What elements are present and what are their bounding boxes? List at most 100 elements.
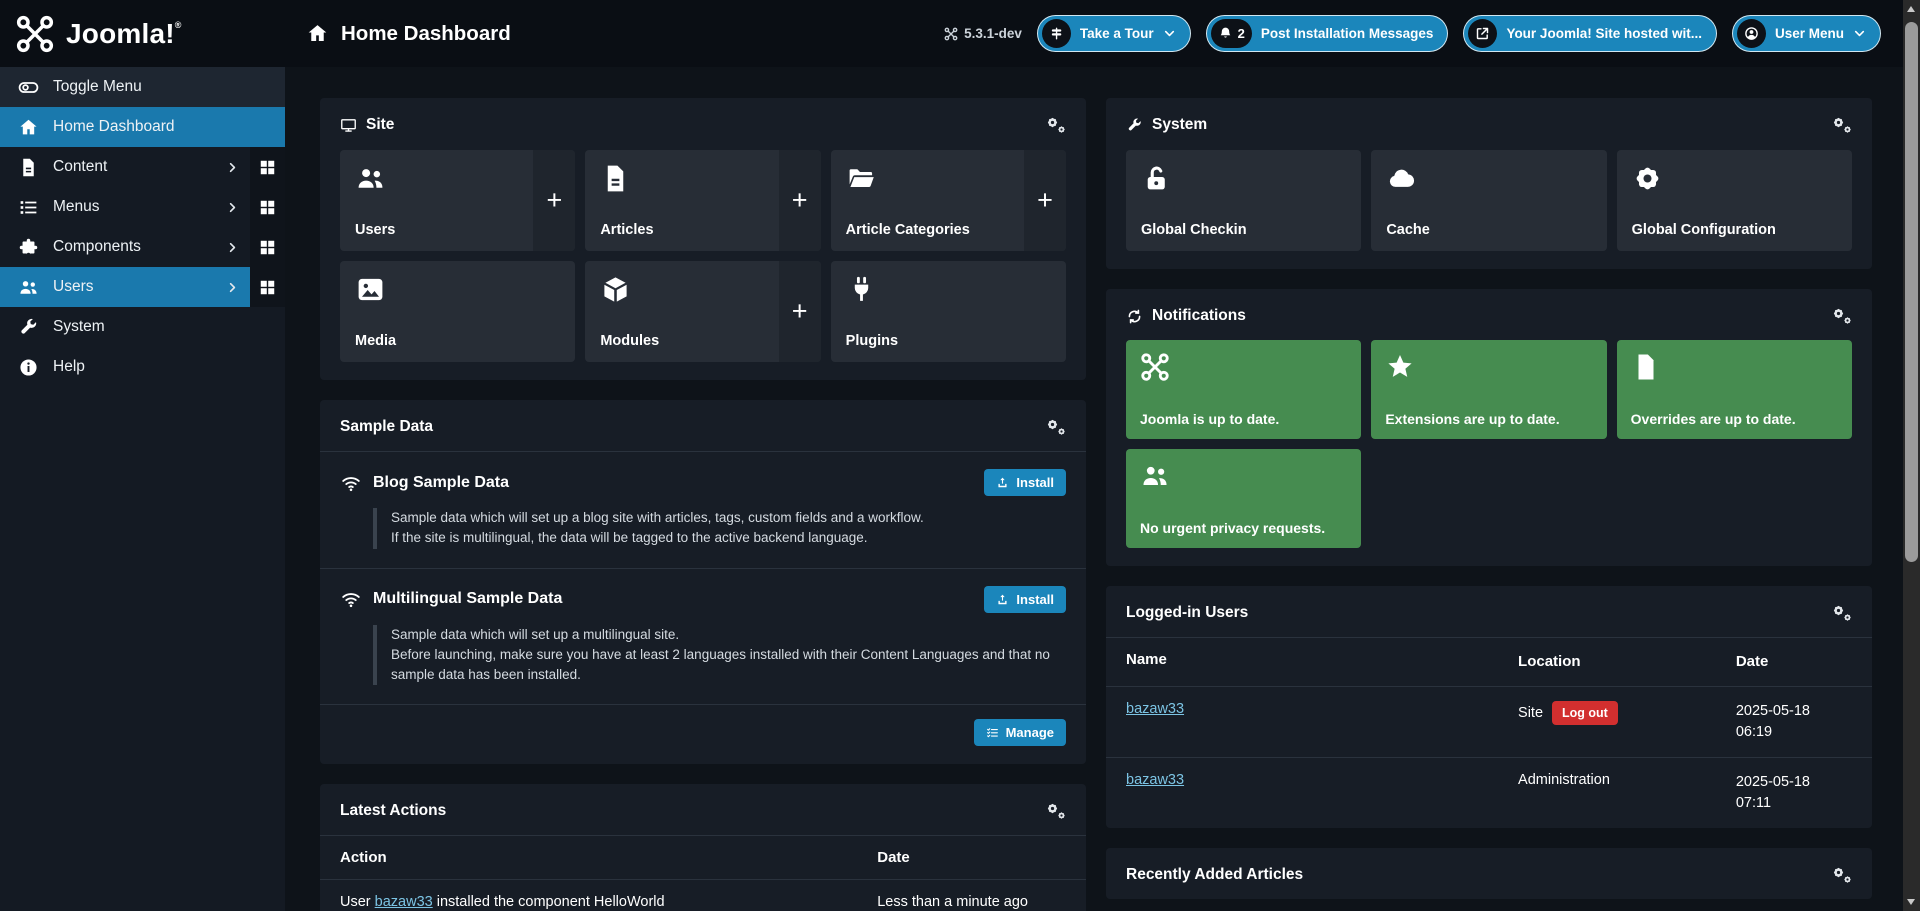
sidebar-item-help[interactable]: Help (0, 347, 285, 387)
panel-title: Notifications (1152, 307, 1246, 324)
column-header-date: Date (877, 849, 910, 867)
site-card-media[interactable]: Media (340, 261, 576, 362)
chevron-right-icon (229, 162, 236, 172)
content-dashboard-grid-button[interactable] (250, 147, 285, 187)
column-header-date: Date (1735, 653, 1769, 670)
upload-icon (998, 477, 1007, 488)
install-blog-sample-button[interactable]: Install (984, 469, 1066, 496)
info-icon (20, 358, 37, 376)
plug-icon (854, 276, 868, 301)
sidebar-item-components[interactable]: Components (0, 227, 285, 267)
page-header: Home Dashboard (306, 22, 511, 46)
add-module-button[interactable]: + (778, 261, 821, 362)
topbar-actions: 5.3.1-dev Take a Tour 2 Post Installatio… (944, 15, 1903, 52)
joomla-brand[interactable]: Joomla!® (0, 14, 285, 54)
logged-in-user-row: bazaw33 Site Log out 2025-05-18 06:19 (1106, 687, 1872, 758)
system-card-global-checkin[interactable]: Global Checkin (1126, 150, 1362, 251)
scroll-up-arrow[interactable] (1907, 6, 1915, 12)
sidebar-item-home-dashboard[interactable]: Home Dashboard (0, 107, 285, 147)
hosted-site-button[interactable]: Your Joomla! Site hosted wit... (1463, 15, 1717, 52)
site-card-article-categories[interactable]: Article Categories + (830, 150, 1066, 251)
notification-extensions-up-to-date[interactable]: Extensions are up to date. (1371, 340, 1607, 439)
column-header-location: Location (1518, 653, 1581, 671)
add-users-button[interactable]: + (533, 150, 576, 251)
joomla-logo-icon (16, 15, 54, 52)
take-a-tour-button[interactable]: Take a Tour (1036, 15, 1191, 52)
user-menu-button[interactable]: User Menu (1731, 15, 1881, 52)
users-icon (20, 280, 37, 294)
recently-added-articles-panel: Recently Added Articles (1106, 847, 1872, 899)
grid-icon (260, 280, 275, 294)
lock-open-icon (1147, 166, 1165, 190)
grid-icon (260, 160, 275, 174)
notification-joomla-up-to-date[interactable]: Joomla is up to date. (1126, 340, 1362, 439)
components-dashboard-grid-button[interactable] (250, 227, 285, 267)
joomla-admin-dashboard: Joomla!® Home Dashboard 5.3.1-dev Take a… (0, 0, 1920, 911)
location-label: Site (1518, 704, 1544, 721)
scroll-down-arrow[interactable] (1907, 899, 1915, 905)
sidebar-item-toggle-menu[interactable]: Toggle Menu (0, 67, 285, 107)
user-link[interactable]: bazaw33 (1126, 701, 1184, 717)
gear-icon (1636, 167, 1659, 190)
system-card-global-configuration[interactable]: Global Configuration (1616, 150, 1852, 251)
menus-dashboard-grid-button[interactable] (250, 187, 285, 227)
home-icon (20, 119, 37, 134)
main-content: Site Users + Articles + Article Categori… (285, 67, 1903, 911)
topbar: Joomla!® Home Dashboard 5.3.1-dev Take a… (0, 0, 1903, 67)
logout-button[interactable]: Log out (1552, 700, 1618, 725)
scrollbar-thumb[interactable] (1905, 22, 1918, 562)
post-installation-messages-button[interactable]: 2 Post Installation Messages (1205, 15, 1449, 52)
sidebar-item-content[interactable]: Content (0, 147, 285, 187)
panel-settings-button[interactable] (1832, 866, 1852, 884)
panel-settings-button[interactable] (1832, 307, 1852, 325)
panel-title: Sample Data (340, 418, 434, 435)
system-panel: System Global Checkin Cache Global Confi… (1106, 98, 1872, 269)
sidebar-item-system[interactable]: System (0, 307, 285, 347)
notification-overrides-up-to-date[interactable]: Overrides are up to date. (1616, 340, 1852, 439)
notification-privacy-requests[interactable]: No urgent privacy requests. (1126, 449, 1362, 548)
grid-icon (260, 240, 275, 254)
vertical-scrollbar[interactable] (1903, 0, 1920, 911)
blog-sample-data-section: Blog Sample Data Install Sample data whi… (320, 452, 1086, 569)
users-icon (1143, 466, 1167, 485)
cloud-icon (1390, 169, 1415, 187)
install-multilingual-sample-button[interactable]: Install (984, 585, 1066, 613)
sidebar: Toggle Menu Home Dashboard Content Menus… (0, 67, 285, 911)
chevron-right-icon (229, 202, 236, 212)
panel-settings-button[interactable] (1832, 116, 1852, 134)
messages-count-badge: 2 (1237, 26, 1245, 41)
grid-icon (260, 200, 275, 214)
chevron-right-icon (229, 282, 236, 292)
section-description: Sample data which will set up a multilin… (373, 624, 1066, 686)
user-link[interactable]: bazaw33 (1126, 772, 1184, 788)
site-panel: Site Users + Articles + Article Categori… (320, 98, 1086, 380)
site-card-articles[interactable]: Articles + (585, 150, 821, 251)
joomla-logo-icon (1141, 353, 1169, 381)
site-card-users[interactable]: Users + (340, 150, 576, 251)
panel-settings-button[interactable] (1046, 418, 1066, 436)
upload-icon (998, 594, 1007, 604)
panel-settings-button[interactable] (1046, 116, 1066, 134)
add-article-button[interactable]: + (778, 150, 821, 251)
external-link-icon (1468, 19, 1498, 48)
toggle-icon (18, 81, 39, 93)
panel-settings-button[interactable] (1832, 604, 1852, 622)
site-card-plugins[interactable]: Plugins (830, 261, 1066, 362)
panel-settings-button[interactable] (1046, 802, 1066, 820)
site-card-modules[interactable]: Modules + (585, 261, 821, 362)
home-icon (308, 25, 327, 41)
latest-action-row: User bazaw33 installed the component Hel… (320, 880, 1086, 911)
sidebar-item-users[interactable]: Users (0, 267, 285, 307)
folder-open-icon (849, 169, 874, 188)
users-dashboard-grid-button[interactable] (250, 267, 285, 307)
sidebar-item-menus[interactable]: Menus (0, 187, 285, 227)
user-link[interactable]: bazaw33 (375, 894, 433, 910)
manage-button[interactable]: Manage (973, 719, 1066, 747)
version-label: 5.3.1-dev (944, 26, 1022, 41)
add-article-category-button[interactable]: + (1023, 150, 1066, 251)
login-date: 2025-05-18 07:11 (1735, 773, 1810, 811)
left-column: Site Users + Articles + Article Categori… (320, 98, 1086, 911)
multilingual-sample-data-section: Multilingual Sample Data Install Sample … (320, 569, 1086, 706)
users-icon (358, 169, 383, 188)
system-card-cache[interactable]: Cache (1371, 150, 1607, 251)
